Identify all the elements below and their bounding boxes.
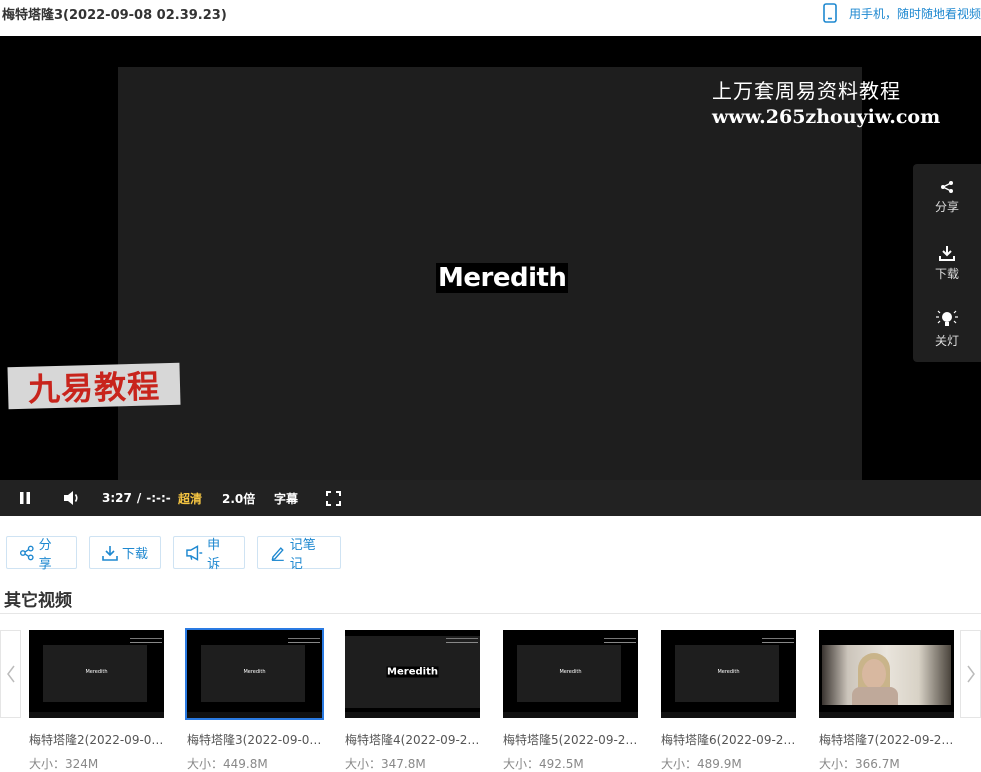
person-face: [862, 659, 886, 689]
fullscreen-button[interactable]: [326, 480, 341, 516]
video-thumbnail[interactable]: [819, 630, 954, 718]
side-lights-off-button[interactable]: 关灯: [913, 296, 981, 362]
thumbnail-controls-bar: [819, 712, 954, 718]
watch-on-mobile-label: 用手机，随时随地看视频: [848, 6, 981, 21]
share-icon: [19, 545, 34, 560]
take-notes-label: 记笔记: [289, 537, 316, 572]
thumbnail-watermark: [604, 638, 636, 643]
thumbnail-subtitle: Meredith: [386, 666, 439, 678]
volume-button[interactable]: [63, 480, 81, 516]
video-title[interactable]: 梅特塔隆3(2022-09-08...: [187, 731, 322, 748]
download-button[interactable]: 下载: [89, 536, 161, 569]
action-bar: 分享 下载 申诉 记笔记: [6, 536, 341, 572]
video-thumbnail[interactable]: Meredith: [661, 630, 796, 718]
video-thumbnail-current[interactable]: Meredith: [185, 628, 324, 720]
thumbnail-controls-bar: [29, 712, 164, 718]
lightbulb-icon: [936, 310, 958, 326]
section-divider: [0, 613, 981, 614]
logo-text: 九易教程: [27, 367, 161, 409]
pencil-icon: [271, 546, 284, 561]
appeal-button[interactable]: 申诉: [173, 536, 245, 572]
video-title[interactable]: 梅特塔隆7(2022-09-26...: [819, 731, 954, 748]
thumbnail-watermark: [288, 638, 320, 643]
thumbnail-photo: [822, 645, 951, 705]
thumbnail-controls-bar: [661, 712, 796, 718]
time-separator: /: [136, 491, 142, 505]
video-size: 大小：492.5M: [503, 757, 584, 771]
thumbnail-watermark: [446, 638, 478, 643]
download-label: 下载: [122, 547, 149, 562]
video-player[interactable]: 上万套周易资料教程 www.265zhouyiw.com Meredith 九易…: [0, 36, 981, 516]
logo-watermark: 九易教程: [7, 362, 181, 410]
video-title[interactable]: 梅特塔隆6(2022-09-21...: [661, 731, 796, 748]
video-thumbnail[interactable]: Meredith: [29, 630, 164, 718]
player-side-panel: 分享 下载 关灯: [913, 164, 981, 362]
video-subtitle: Meredith: [436, 263, 569, 293]
thumbnail-subtitle: Meredith: [243, 669, 266, 675]
thumbnail-controls-bar: [187, 712, 322, 718]
side-share-label: 分享: [934, 199, 959, 214]
share-label: 分享: [38, 537, 52, 572]
top-bar: 梅特塔隆3(2022-09-08 02.39.23) 用手机，随时随地看视频: [0, 0, 981, 36]
phone-icon: [823, 3, 837, 23]
side-lights-off-label: 关灯: [934, 333, 959, 348]
watch-on-mobile-link[interactable]: 用手机，随时随地看视频: [823, 3, 981, 23]
thumbnail-watermark: [130, 638, 162, 643]
video-size: 大小：347.8M: [345, 757, 426, 771]
share-button[interactable]: 分享: [6, 536, 77, 572]
download-icon: [939, 245, 955, 261]
time-display: 3:27 / -:-:-: [102, 480, 171, 516]
other-videos-title: 其它视频: [4, 591, 72, 611]
carousel-next-button[interactable]: [960, 630, 981, 718]
player-controls: 3:27 / -:-:- 超清 2.0倍 字幕: [0, 480, 981, 516]
watermark-url: www.265zhouyiw.com: [712, 106, 941, 128]
video-size: 大小：489.9M: [661, 757, 742, 771]
page-title: 梅特塔隆3(2022-09-08 02.39.23): [2, 8, 227, 23]
volume-icon: [64, 491, 78, 505]
watermark-text: 上万套周易资料教程: [712, 79, 901, 103]
download-icon: [102, 545, 118, 561]
side-share-button[interactable]: 分享: [913, 164, 981, 230]
current-time: 3:27: [102, 491, 132, 505]
video-title[interactable]: 梅特塔隆4(2022-09-20...: [345, 731, 480, 748]
thumbnail-subtitle: Meredith: [717, 669, 740, 675]
carousel-prev-button[interactable]: [0, 630, 21, 718]
video-title[interactable]: 梅特塔隆2(2022-09-07...: [29, 731, 164, 748]
quality-button[interactable]: 超清: [178, 480, 202, 516]
thumbnail-controls-bar: [345, 712, 480, 718]
thumbnail-subtitle: Meredith: [559, 669, 582, 675]
appeal-label: 申诉: [207, 537, 221, 572]
pause-icon: [20, 492, 30, 504]
video-size: 大小：449.8M: [187, 757, 268, 771]
video-size: 大小：366.7M: [819, 757, 900, 771]
fullscreen-icon: [326, 490, 341, 506]
speed-button[interactable]: 2.0倍: [222, 480, 255, 516]
video-size: 大小：324M: [29, 757, 99, 771]
chevron-right-icon: [966, 665, 975, 683]
take-notes-button[interactable]: 记笔记: [257, 536, 341, 572]
subtitles-button[interactable]: 字幕: [274, 480, 298, 516]
thumbnail-controls-bar: [503, 712, 638, 718]
share-icon: [941, 180, 953, 193]
side-download-button[interactable]: 下载: [913, 230, 981, 296]
video-title[interactable]: 梅特塔隆5(2022-09-21...: [503, 731, 638, 748]
video-thumbnail[interactable]: Meredith: [503, 630, 638, 718]
thumbnail-subtitle: Meredith: [85, 669, 108, 675]
thumbnail-watermark: [762, 638, 794, 643]
pause-button[interactable]: [18, 480, 32, 516]
video-thumbnail[interactable]: Meredith: [345, 630, 480, 718]
side-download-label: 下载: [934, 266, 959, 281]
person-body: [852, 687, 898, 705]
duration: -:-:-: [146, 491, 171, 505]
chevron-left-icon: [6, 665, 15, 683]
megaphone-icon: [186, 544, 203, 561]
